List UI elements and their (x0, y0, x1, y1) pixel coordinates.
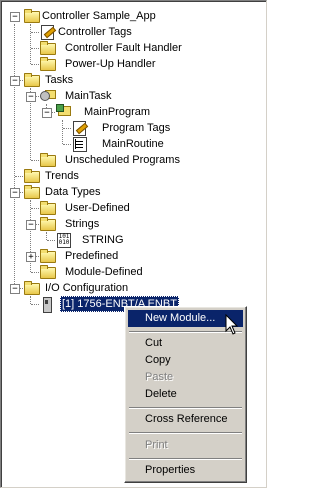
menu-item-print[interactable]: Print (128, 437, 243, 454)
collapse-icon[interactable]: − (10, 12, 20, 22)
collapse-icon[interactable]: − (42, 108, 52, 118)
tree-item-label: MainProgram (84, 106, 151, 118)
tree-item-label: STRING (82, 234, 124, 246)
tree-connector (15, 176, 23, 177)
folder-icon (39, 40, 56, 56)
tree-item-label: Controller Fault Handler (65, 42, 182, 54)
tree-connector (31, 160, 39, 161)
collapse-icon[interactable]: − (26, 220, 36, 230)
folder-icon (23, 184, 40, 200)
tree-item-label: I/O Configuration (45, 282, 129, 294)
tree-item-label: Strings (65, 218, 100, 230)
tree-connector (31, 32, 39, 33)
menu-separator (129, 432, 242, 434)
tree-connector (31, 272, 39, 273)
tree-connector (31, 304, 39, 305)
folder-icon (39, 56, 56, 72)
menu-separator (129, 407, 242, 409)
folder-icon (23, 8, 40, 24)
tree-connector (63, 144, 71, 145)
tree-item-label: Power-Up Handler (65, 58, 156, 70)
mouse-cursor-icon (225, 314, 239, 335)
folder-icon (39, 200, 56, 216)
folder-icon (23, 72, 40, 88)
folder-icon (39, 264, 56, 280)
tree-connector (14, 24, 15, 290)
collapse-icon[interactable]: − (26, 92, 36, 102)
tree-item-label: MainTask (65, 90, 112, 102)
expand-icon[interactable]: + (26, 252, 36, 262)
tree-item-label: Tasks (45, 74, 74, 86)
tree-item-label: Program Tags (102, 122, 171, 134)
program-icon (56, 104, 72, 120)
tree-item-label: Controller Tags (58, 26, 132, 38)
tree-item-label: MainRoutine (102, 138, 164, 150)
tree-connector (63, 128, 71, 129)
menu-item-paste[interactable]: Paste (128, 369, 243, 386)
tree-connector (62, 120, 63, 144)
tree-item-label: Data Types (45, 186, 101, 198)
io-folder-icon (23, 280, 40, 296)
menu-separator (129, 458, 242, 460)
datatype-icon: 101 010 (57, 233, 71, 248)
menu-item-copy[interactable]: Copy (128, 352, 243, 369)
tree-connector (46, 232, 47, 240)
task-icon (40, 88, 56, 104)
folder-icon (39, 152, 56, 168)
tree-item-label: User-Defined (65, 202, 130, 214)
tree-connector (30, 24, 31, 64)
tree-connector (47, 240, 55, 241)
folder-icon (39, 216, 56, 232)
menu-item-properties[interactable]: Properties (128, 462, 243, 479)
folder-icon (39, 248, 56, 264)
tag-icon (71, 120, 87, 136)
collapse-icon[interactable]: − (10, 188, 20, 198)
tree-item-label: Trends (45, 170, 79, 182)
tree-connector (31, 48, 39, 49)
module-icon (39, 296, 55, 313)
tree-connector (31, 208, 39, 209)
menu-item-cross-reference[interactable]: Cross Reference (128, 411, 243, 428)
routine-icon (71, 136, 87, 152)
tree-connector (30, 296, 31, 304)
menu-item-cut[interactable]: Cut (128, 335, 243, 352)
tag-icon (39, 24, 55, 40)
tree-item-label: Unscheduled Programs (65, 154, 180, 166)
folder-icon (23, 168, 40, 184)
tree-connector (31, 64, 39, 65)
tree-item-label: Controller Sample_App (42, 10, 156, 22)
menu-item-delete[interactable]: Delete (128, 386, 243, 403)
tree-item-label: Module-Defined (65, 266, 143, 278)
collapse-icon[interactable]: − (10, 76, 20, 86)
tree-item-label: Predefined (65, 250, 119, 262)
collapse-icon[interactable]: − (10, 284, 20, 294)
